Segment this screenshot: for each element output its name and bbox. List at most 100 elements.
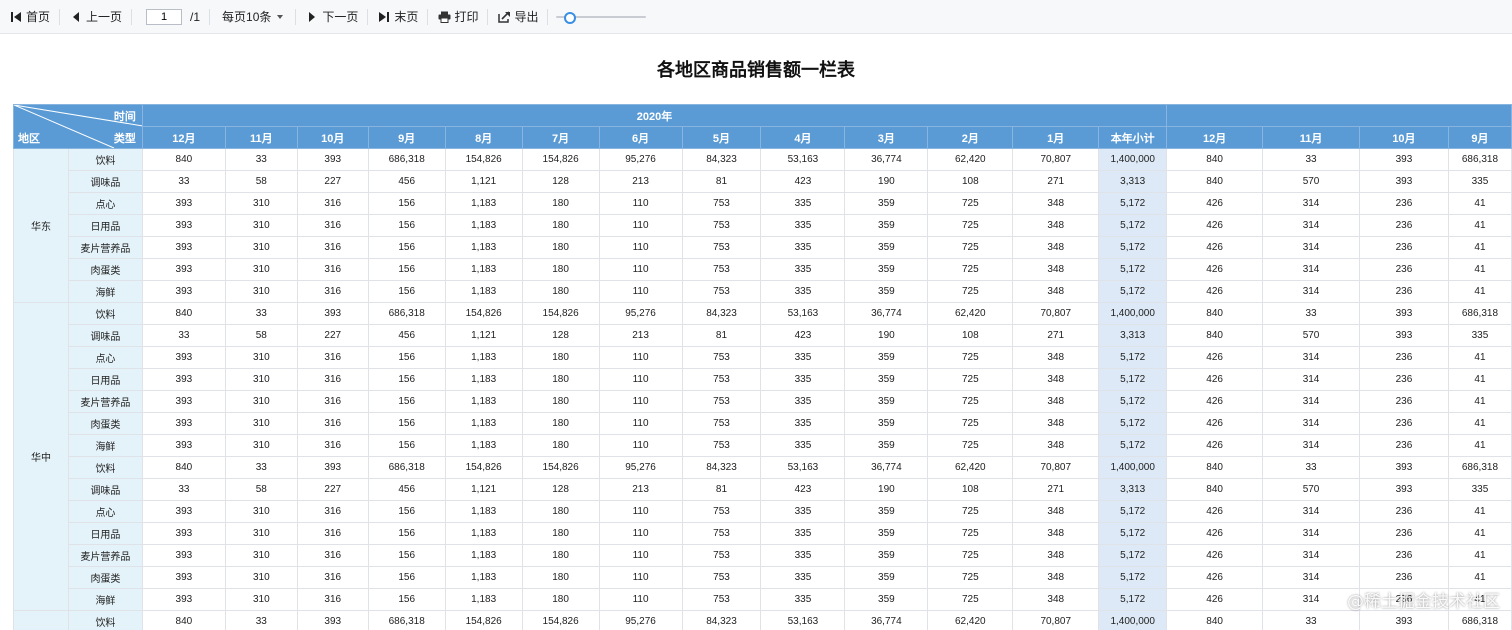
value-cell: 236 bbox=[1358, 236, 1449, 259]
report-table-viewport[interactable]: 时间 类型 地区 2020年 12月 11月 10月 9月 8月 7月 6月 5月 4月 3月 2月… bbox=[13, 104, 1512, 630]
value-cell: 236 bbox=[1358, 544, 1449, 567]
value-cell: 110 bbox=[598, 280, 683, 303]
month-header: 12月 bbox=[1166, 126, 1264, 149]
value-cell: 310 bbox=[224, 434, 298, 457]
value-cell: 753 bbox=[681, 412, 762, 435]
value-cell: 180 bbox=[521, 258, 600, 281]
value-cell: 213 bbox=[598, 170, 683, 193]
value-cell: 840 bbox=[1166, 610, 1264, 630]
value-cell: 393 bbox=[296, 148, 369, 171]
month-header: 10月 bbox=[296, 126, 369, 149]
value-cell: 213 bbox=[598, 324, 683, 347]
value-cell: 154,826 bbox=[444, 302, 523, 325]
subtotal-cell: 1,400,000 bbox=[1098, 610, 1168, 630]
last-page-icon bbox=[377, 10, 391, 24]
value-cell: 227 bbox=[296, 478, 369, 501]
value-cell: 62,420 bbox=[927, 456, 1014, 479]
subtotal-cell: 5,172 bbox=[1098, 566, 1168, 589]
value-cell: 314 bbox=[1262, 522, 1360, 545]
value-cell: 314 bbox=[1262, 368, 1360, 391]
value-cell: 393 bbox=[296, 302, 369, 325]
value-cell: 725 bbox=[927, 346, 1014, 369]
month-header: 11月 bbox=[224, 126, 298, 149]
value-cell: 753 bbox=[681, 434, 762, 457]
value-cell: 359 bbox=[844, 368, 929, 391]
value-cell: 41 bbox=[1447, 522, 1512, 545]
value-cell: 81 bbox=[681, 170, 762, 193]
value-cell: 36,774 bbox=[844, 302, 929, 325]
value-cell: 456 bbox=[367, 170, 446, 193]
type-cell: 海鲜 bbox=[67, 588, 143, 611]
zoom-slider-handle[interactable] bbox=[564, 11, 577, 24]
month-header: 9月 bbox=[1447, 126, 1512, 149]
value-cell: 156 bbox=[367, 236, 446, 259]
first-page-button[interactable]: 首页 bbox=[0, 0, 59, 33]
value-cell: 310 bbox=[224, 588, 298, 611]
value-cell: 393 bbox=[141, 412, 226, 435]
value-cell: 310 bbox=[224, 346, 298, 369]
prev-page-button[interactable]: 上一页 bbox=[60, 0, 131, 33]
value-cell: 271 bbox=[1012, 478, 1100, 501]
table-row: 海鲜 393 310 316 156 1,183 180 110 753 335 359 725 348… bbox=[14, 280, 1512, 303]
value-cell: 725 bbox=[927, 522, 1014, 545]
value-cell: 840 bbox=[1166, 324, 1264, 347]
value-cell: 41 bbox=[1447, 390, 1512, 413]
last-page-label: 末页 bbox=[394, 10, 419, 24]
value-cell: 1,183 bbox=[444, 544, 523, 567]
value-cell: 70,807 bbox=[1012, 610, 1100, 630]
value-cell: 236 bbox=[1358, 346, 1449, 369]
page-size-select[interactable]: 每页10条 bbox=[210, 0, 295, 33]
month-header: 9月 bbox=[367, 126, 446, 149]
subtotal-cell: 5,172 bbox=[1098, 434, 1168, 457]
subtotal-cell: 3,313 bbox=[1098, 170, 1168, 193]
value-cell: 426 bbox=[1166, 368, 1264, 391]
page-size-label: 每页10条 bbox=[222, 10, 272, 24]
value-cell: 41 bbox=[1447, 192, 1512, 215]
value-cell: 1,121 bbox=[444, 170, 523, 193]
value-cell: 1,183 bbox=[444, 280, 523, 303]
value-cell: 41 bbox=[1447, 214, 1512, 237]
value-cell: 348 bbox=[1012, 280, 1100, 303]
value-cell: 33 bbox=[1262, 148, 1360, 171]
value-cell: 359 bbox=[844, 434, 929, 457]
value-cell: 316 bbox=[296, 258, 369, 281]
value-cell: 393 bbox=[1358, 302, 1449, 325]
value-cell: 33 bbox=[1262, 302, 1360, 325]
subtotal-cell: 1,400,000 bbox=[1098, 456, 1168, 479]
value-cell: 36,774 bbox=[844, 456, 929, 479]
value-cell: 110 bbox=[598, 434, 683, 457]
next-page-button[interactable]: 下一页 bbox=[296, 0, 367, 33]
value-cell: 110 bbox=[598, 346, 683, 369]
value-cell: 314 bbox=[1262, 236, 1360, 259]
value-cell: 426 bbox=[1166, 236, 1264, 259]
value-cell: 393 bbox=[1358, 148, 1449, 171]
value-cell: 310 bbox=[224, 566, 298, 589]
subtotal-cell: 5,172 bbox=[1098, 236, 1168, 259]
chevron-down-icon bbox=[277, 14, 284, 19]
value-cell: 725 bbox=[927, 258, 1014, 281]
page-number-input[interactable] bbox=[146, 8, 183, 25]
table-row: 调味品 33 58 227 456 1,121 128 213 81 423 190 108 271 3,… bbox=[14, 170, 1512, 193]
last-page-button[interactable]: 末页 bbox=[368, 0, 427, 33]
value-cell: 316 bbox=[296, 566, 369, 589]
value-cell: 316 bbox=[296, 236, 369, 259]
zoom-slider[interactable] bbox=[556, 9, 647, 25]
type-cell: 肉蛋类 bbox=[67, 566, 143, 589]
value-cell: 686,318 bbox=[367, 148, 446, 171]
value-cell: 1,183 bbox=[444, 258, 523, 281]
value-cell: 426 bbox=[1166, 192, 1264, 215]
type-cell: 日用品 bbox=[67, 368, 143, 391]
value-cell: 393 bbox=[1358, 324, 1449, 347]
value-cell: 348 bbox=[1012, 522, 1100, 545]
print-button[interactable]: 打印 bbox=[428, 0, 487, 33]
value-cell: 236 bbox=[1358, 214, 1449, 237]
type-cell: 饮料 bbox=[67, 456, 143, 479]
export-button[interactable]: 导出 bbox=[488, 0, 547, 33]
value-cell: 236 bbox=[1358, 258, 1449, 281]
toolbar-divider bbox=[547, 8, 549, 25]
value-cell: 348 bbox=[1012, 192, 1100, 215]
value-cell: 359 bbox=[844, 346, 929, 369]
value-cell: 314 bbox=[1262, 544, 1360, 567]
value-cell: 335 bbox=[760, 214, 846, 237]
value-cell: 156 bbox=[367, 368, 446, 391]
